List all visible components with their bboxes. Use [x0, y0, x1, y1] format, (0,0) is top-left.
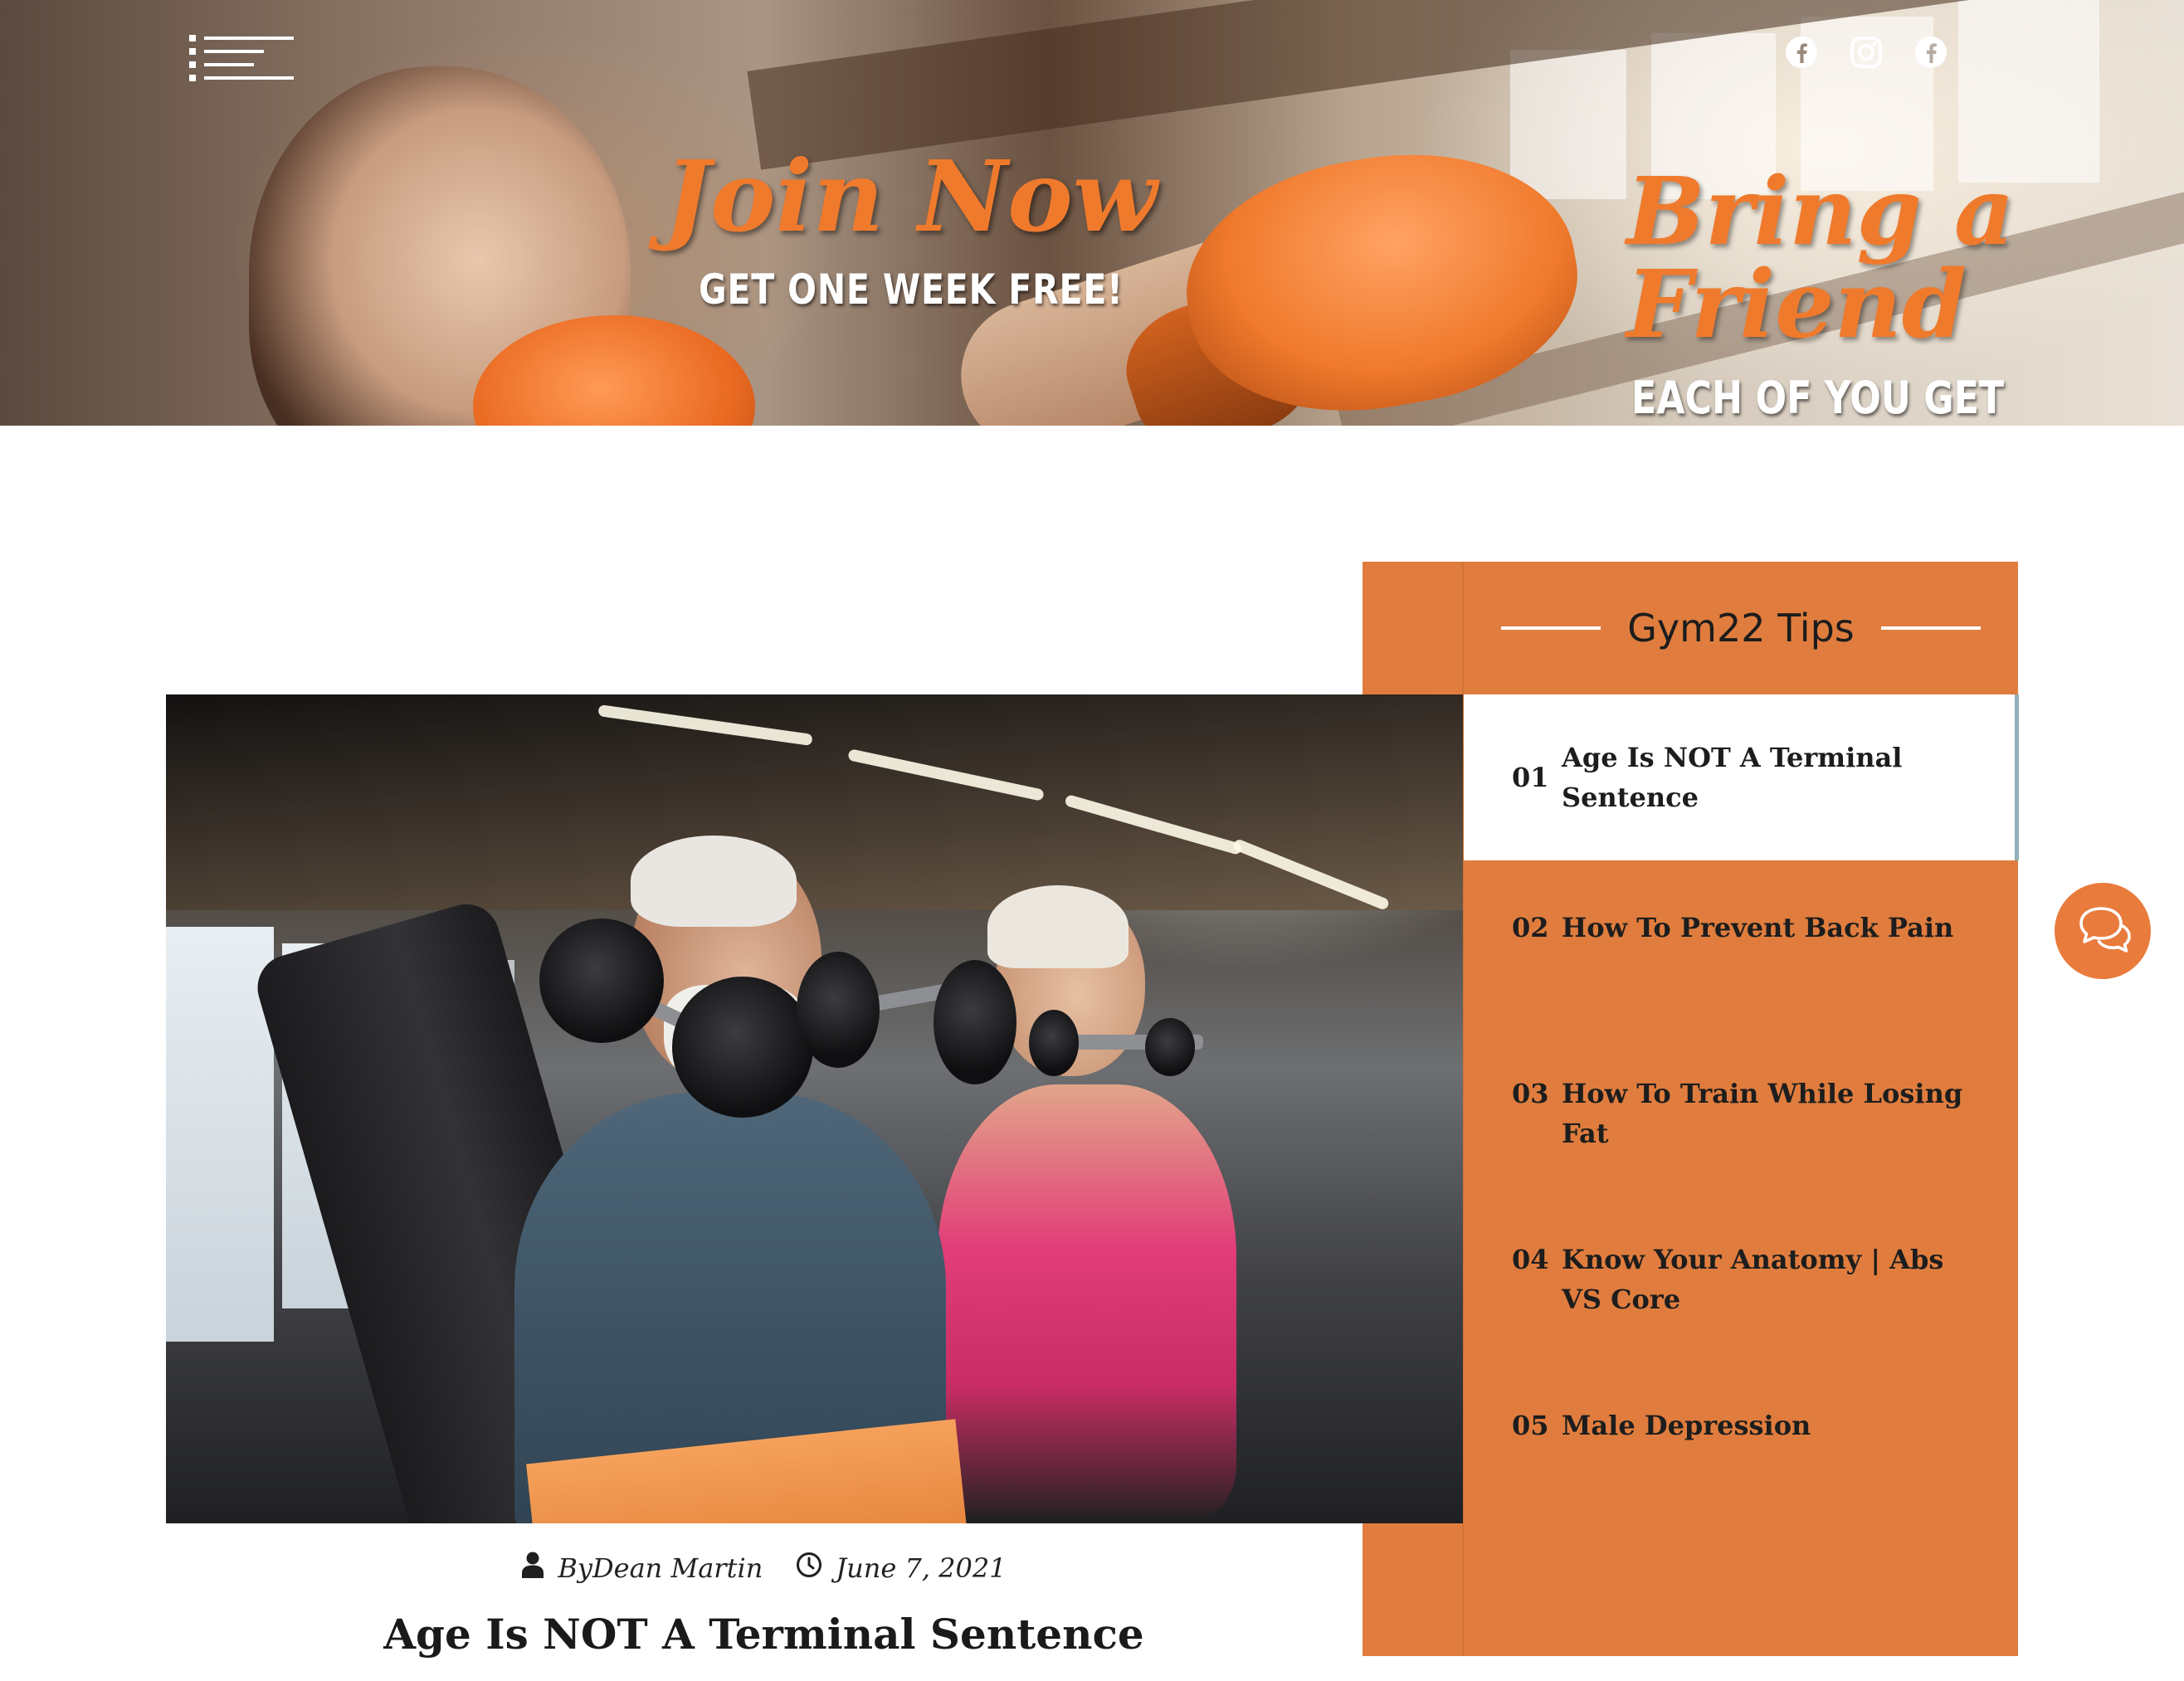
- dumbbell-plate: [934, 960, 1016, 1084]
- instagram-icon[interactable]: [1849, 35, 1884, 70]
- promo-bring-title: Bring a Friend: [1626, 166, 2015, 352]
- banner-window: [1510, 50, 1626, 199]
- promo-bring-title-line2: Friend: [1626, 251, 1967, 359]
- tip-label: Age Is NOT A Terminal Sentence: [1562, 742, 1903, 813]
- hamburger-menu-icon[interactable]: [189, 35, 294, 83]
- tip-item[interactable]: 04 Know Your Anatomy | Abs VS Core: [1464, 1240, 2015, 1319]
- post-featured-image[interactable]: [166, 694, 1463, 1523]
- tip-item[interactable]: 02 How To Prevent Back Pain: [1464, 908, 2015, 948]
- post-author-name: ByDean Martin: [558, 1552, 763, 1584]
- tip-number: 03: [1512, 1078, 1549, 1109]
- dumbbell-plate: [1145, 1018, 1195, 1076]
- tip-label: How To Prevent Back Pain: [1562, 912, 1954, 943]
- sidebar-heading: Gym22 Tips: [1464, 562, 2018, 694]
- facebook-icon[interactable]: [1913, 35, 1948, 70]
- sidebar-title: Gym22 Tips: [1627, 606, 1855, 650]
- chat-bubbles-icon: [2074, 904, 2131, 958]
- dumbbell-plate: [672, 977, 813, 1118]
- tip-label: How To Train While Losing Fat: [1562, 1078, 1963, 1149]
- tip-item[interactable]: 03 How To Train While Losing Fat: [1464, 1074, 2015, 1153]
- tip-label: Know Your Anatomy | Abs VS Core: [1562, 1244, 1944, 1315]
- post-date: June 7, 2021: [796, 1552, 1007, 1585]
- man-hair: [631, 836, 797, 927]
- banner-window: [1958, 0, 2099, 183]
- woman-exercising: [938, 1084, 1236, 1516]
- post-meta: ByDean Martin June 7, 2021: [166, 1548, 1362, 1588]
- post-author[interactable]: ByDean Martin: [521, 1552, 763, 1585]
- clock-icon: [796, 1552, 822, 1585]
- tip-label: Male Depression: [1562, 1410, 1811, 1441]
- promo-join-title: Join Now: [664, 139, 1158, 254]
- dumbbell-plate: [539, 918, 664, 1043]
- post-date-text: June 7, 2021: [836, 1552, 1007, 1584]
- tip-number: 05: [1512, 1410, 1549, 1441]
- heading-rule: [1501, 626, 1601, 630]
- woman-hair: [987, 885, 1129, 968]
- promo-bring-title-line1: Bring a: [1626, 158, 2015, 266]
- post-title[interactable]: Age Is NOT A Terminal Sentence: [166, 1610, 1362, 1659]
- tip-number: 04: [1512, 1244, 1549, 1275]
- facebook-icon[interactable]: [1784, 35, 1819, 70]
- dumbbell-plate: [1029, 1010, 1079, 1076]
- gym-ceiling: [166, 694, 1463, 910]
- promo-bring-subtitle: EACH OF YOU GET: [1631, 372, 2005, 424]
- tip-item[interactable]: 05 Male Depression: [1464, 1406, 2015, 1445]
- dumbbell-plate: [797, 952, 880, 1068]
- chat-button[interactable]: [2055, 883, 2151, 979]
- user-icon: [521, 1552, 544, 1585]
- tip-number: 01: [1512, 762, 1549, 793]
- tip-number: 02: [1512, 912, 1549, 943]
- promo-join-subtitle: GET ONE WEEK FREE!: [699, 266, 1124, 314]
- tip-item[interactable]: 01 Age Is NOT A Terminal Sentence: [1464, 694, 2019, 860]
- heading-rule: [1880, 626, 1981, 630]
